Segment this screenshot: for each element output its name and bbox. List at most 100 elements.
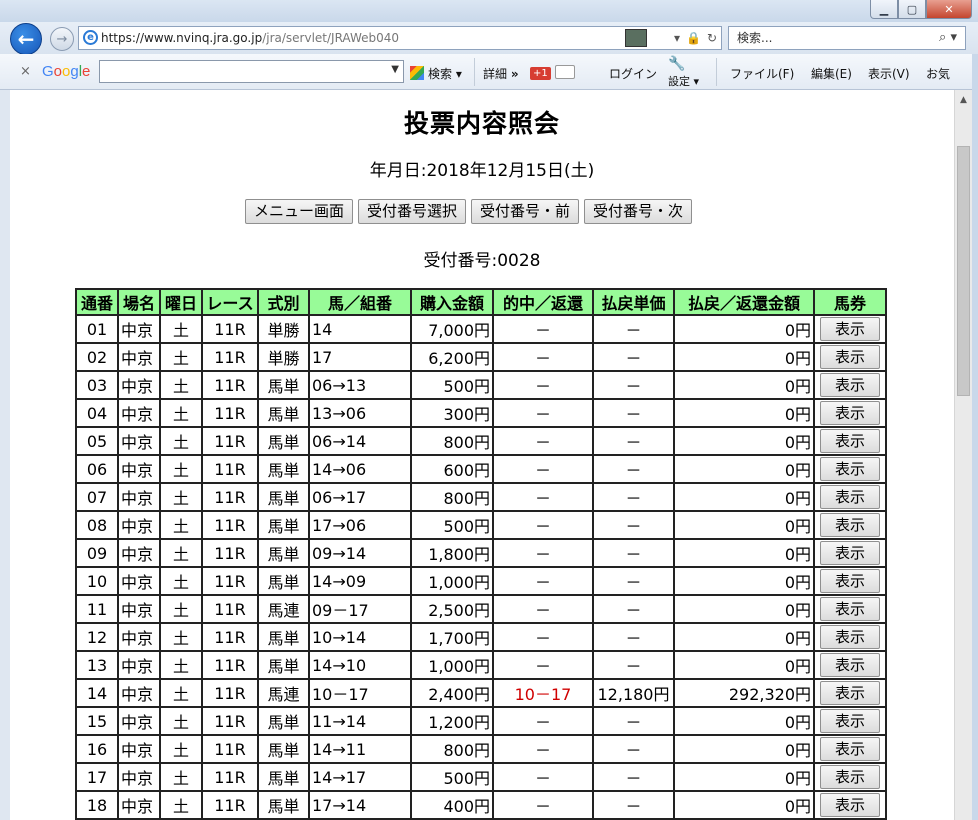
vertical-scrollbar[interactable]: ▲ xyxy=(954,90,972,820)
table-cell: 14 xyxy=(75,678,119,708)
show-ticket-button[interactable]: 表示 xyxy=(820,765,880,789)
show-ticket-button[interactable]: 表示 xyxy=(820,429,880,453)
address-bar[interactable]: e https://www.nvinq.jra.go.jp/jra/servle… xyxy=(78,26,722,50)
table-cell: 11R xyxy=(201,482,259,512)
show-ticket-button[interactable]: 表示 xyxy=(820,373,880,397)
table-row: 18 中京土 11R 馬単 17→14 400円－－ 0円 表示 xyxy=(75,790,887,820)
table-cell: － xyxy=(592,370,675,400)
table-cell: 06→13 xyxy=(308,370,412,400)
table-row: 14 中京土 11R 馬連 10－17 2,400円 10－17 12,180円 292,320… xyxy=(75,678,887,708)
column-header: レース xyxy=(201,288,259,316)
table-cell: 1,700円 xyxy=(410,622,494,652)
table-cell: 馬単 xyxy=(257,510,310,540)
column-header: 場名 xyxy=(117,288,161,316)
show-ticket-button[interactable]: 表示 xyxy=(820,653,880,677)
table-cell: 10→14 xyxy=(308,622,412,652)
table-cell: 土 xyxy=(159,706,203,736)
site-thumbnail-icon[interactable] xyxy=(625,29,647,47)
show-ticket-button[interactable]: 表示 xyxy=(820,345,880,369)
show-ticket-button[interactable]: 表示 xyxy=(820,569,880,593)
table-cell: 17→14 xyxy=(308,790,412,820)
show-ticket-button[interactable]: 表示 xyxy=(820,401,880,425)
scroll-thumb[interactable] xyxy=(957,146,970,396)
show-ticket-button[interactable]: 表示 xyxy=(820,317,880,341)
table-cell: 土 xyxy=(159,314,203,344)
wrench-icon[interactable]: 🔧 xyxy=(668,56,685,72)
table-cell: 土 xyxy=(159,538,203,568)
menu-screen-button[interactable]: メニュー画面 xyxy=(245,199,354,224)
table-cell: 中京 xyxy=(117,426,161,456)
browser-search-input[interactable]: 検索... ⌕ ▾ xyxy=(728,26,966,50)
show-ticket-button[interactable]: 表示 xyxy=(820,709,880,733)
table-cell: 11R xyxy=(201,622,259,652)
google-search-input[interactable]: ▼ xyxy=(99,60,404,83)
table-cell: 11R xyxy=(201,566,259,596)
table-cell: 馬単 xyxy=(257,426,310,456)
show-ticket-button[interactable]: 表示 xyxy=(820,737,880,761)
receipt-next-button[interactable]: 受付番号・次 xyxy=(584,199,693,224)
address-tools: ▾ 🔒 ↻ xyxy=(674,27,717,49)
login-button[interactable]: ログイン xyxy=(609,65,657,82)
window-frame-right xyxy=(972,54,978,820)
google-search-button[interactable]: 検索 ▾ xyxy=(410,65,462,82)
table-cell: 表示 xyxy=(813,342,887,372)
chevron-down-icon[interactable]: ▼ xyxy=(391,64,399,75)
table-cell: 17→06 xyxy=(308,510,412,540)
table-cell: 中京 xyxy=(117,510,161,540)
scroll-up-arrow-icon[interactable]: ▲ xyxy=(955,92,972,108)
table-cell: － xyxy=(592,538,675,568)
menu-file[interactable]: ファイル(F) xyxy=(730,65,794,82)
table-cell: 表示 xyxy=(813,790,887,820)
table-cell: 土 xyxy=(159,650,203,680)
table-cell: 0円 xyxy=(673,398,815,428)
lock-icon[interactable]: 🔒 xyxy=(686,27,701,49)
table-cell: 11R xyxy=(201,762,259,792)
show-ticket-button[interactable]: 表示 xyxy=(820,485,880,509)
table-cell: 0円 xyxy=(673,510,815,540)
close-window-button[interactable]: ✕ xyxy=(926,0,972,19)
search-placeholder: 検索... xyxy=(737,31,773,45)
menu-favorites[interactable]: お気 xyxy=(926,65,950,82)
show-ticket-button[interactable]: 表示 xyxy=(820,457,880,481)
table-cell: 表示 xyxy=(813,594,887,624)
receipt-prev-button[interactable]: 受付番号・前 xyxy=(471,199,580,224)
back-button[interactable]: ← xyxy=(10,23,42,55)
show-ticket-button[interactable]: 表示 xyxy=(820,625,880,649)
show-ticket-button[interactable]: 表示 xyxy=(820,597,880,621)
menu-edit[interactable]: 編集(E) xyxy=(811,65,852,82)
show-ticket-button[interactable]: 表示 xyxy=(820,513,880,537)
toolbar-divider xyxy=(474,58,475,86)
dropdown-icon[interactable]: ▾ xyxy=(674,27,680,49)
table-cell: 土 xyxy=(159,482,203,512)
table-cell: 表示 xyxy=(813,538,887,568)
details-button[interactable]: 詳細 » xyxy=(483,65,519,82)
toolbar-close-icon[interactable]: × xyxy=(20,64,31,79)
show-ticket-button[interactable]: 表示 xyxy=(820,541,880,565)
show-ticket-button[interactable]: 表示 xyxy=(820,681,880,705)
table-cell: 0円 xyxy=(673,622,815,652)
settings-button[interactable]: 設定 ▾ xyxy=(668,73,699,89)
refresh-icon[interactable]: ↻ xyxy=(707,27,717,49)
show-ticket-button[interactable]: 表示 xyxy=(820,793,880,817)
table-cell: 11→14 xyxy=(308,706,412,736)
table-cell: 表示 xyxy=(813,622,887,652)
search-icon[interactable]: ⌕ ▾ xyxy=(939,27,957,49)
table-cell: 06→17 xyxy=(308,482,412,512)
table-cell: 13→06 xyxy=(308,398,412,428)
forward-button[interactable]: → xyxy=(50,27,74,51)
table-cell: 09 xyxy=(75,538,119,568)
table-cell: 03 xyxy=(75,370,119,400)
minimize-button[interactable]: ▁ xyxy=(870,0,898,19)
receipt-select-button[interactable]: 受付番号選択 xyxy=(358,199,467,224)
table-cell: 馬単 xyxy=(257,762,310,792)
table-cell: － xyxy=(592,426,675,456)
table-cell: 04 xyxy=(75,398,119,428)
maximize-button[interactable]: ▢ xyxy=(898,0,926,19)
table-cell: 08 xyxy=(75,510,119,540)
table-cell: 11 xyxy=(75,594,119,624)
gplus-button[interactable]: +1 xyxy=(530,65,575,80)
bets-table: 通番 場名 曜日 レース 式別 馬／組番 購入金額 的中／返還 払戻単価 払戻／返還金額 馬券 01… xyxy=(75,288,887,820)
table-cell: 土 xyxy=(159,370,203,400)
menu-view[interactable]: 表示(V) xyxy=(868,65,910,82)
table-cell: 馬単 xyxy=(257,482,310,512)
